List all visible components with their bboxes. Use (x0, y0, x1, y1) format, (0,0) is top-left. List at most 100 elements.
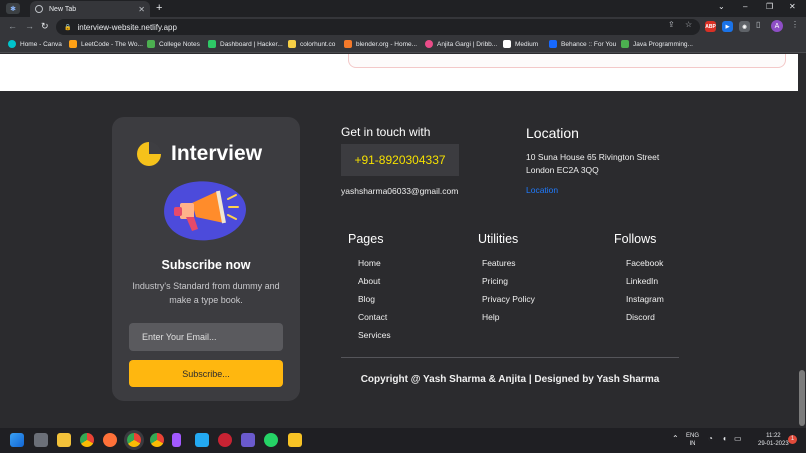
browser-tab-bar: ✱ New Tab ✕ + ⌄ – ❐ ✕ (0, 0, 806, 17)
scrollbar-thumb[interactable] (799, 370, 805, 426)
address-bar[interactable]: 🔒 interview-website.netlify.app (56, 19, 700, 35)
volume-icon[interactable]: ◖ (722, 435, 727, 443)
whatsapp-icon[interactable] (264, 433, 278, 447)
bookmark-item[interactable]: Behance :: For You (549, 40, 616, 48)
reload-icon[interactable]: ↻ (41, 21, 49, 32)
footer-link-features[interactable]: Features (482, 258, 516, 268)
phone-number[interactable]: +91-8920304337 (341, 144, 459, 176)
chrome-icon[interactable] (80, 433, 94, 447)
bookmark-favicon-icon (549, 40, 557, 48)
bookmark-item[interactable]: colorhunt.co (288, 40, 335, 48)
footer-link-linkedin[interactable]: LinkedIn (626, 276, 658, 286)
url-text: interview-website.netlify.app (77, 22, 177, 32)
subscribe-button[interactable]: Subscribe... (129, 360, 283, 387)
side-panel-icon[interactable]: ▯ (756, 20, 760, 29)
address-line-2: London EC2A 3QQ (526, 165, 599, 175)
location-link[interactable]: Location (526, 185, 558, 195)
location-heading: Location (526, 125, 579, 141)
menu-dots-icon[interactable]: ⋮ (791, 20, 799, 29)
language-indicator[interactable]: ENG IN (686, 432, 699, 448)
follows-heading: Follows (614, 232, 657, 246)
chrome-active-icon[interactable] (127, 433, 141, 447)
footer-divider (341, 357, 679, 358)
bookmark-item[interactable]: Dashboard | Hacker... (208, 40, 283, 48)
bookmark-item[interactable]: blender.org - Home... (344, 40, 417, 48)
footer-link-discord[interactable]: Discord (626, 312, 655, 322)
profile-avatar[interactable]: A (771, 20, 783, 32)
pinned-tab[interactable]: ✱ (6, 3, 20, 14)
figma-icon[interactable] (172, 433, 181, 447)
subscribe-description: Industry's Standard from dummy and make … (132, 281, 280, 305)
file-explorer-icon[interactable] (57, 433, 71, 447)
footer-link-blog[interactable]: Blog (358, 294, 375, 304)
bookmark-favicon-icon (503, 40, 511, 48)
new-tab-button[interactable]: + (156, 2, 162, 14)
wifi-icon[interactable]: ◔ (708, 435, 713, 443)
forward-icon[interactable]: → (25, 21, 34, 31)
footer-link-privacy-policy[interactable]: Privacy Policy (482, 294, 535, 304)
email-input[interactable] (129, 323, 283, 351)
pie-chart-logo-icon (137, 142, 161, 166)
firefox-icon[interactable] (103, 433, 117, 447)
back-icon[interactable]: ← (8, 21, 17, 31)
lock-icon: 🔒 (64, 24, 72, 31)
app-icon[interactable] (241, 433, 255, 447)
footer-link-contact[interactable]: Contact (358, 312, 387, 322)
footer-link-about[interactable]: About (358, 276, 380, 286)
notification-badge[interactable]: 1 (788, 435, 797, 444)
footer-link-instagram[interactable]: Instagram (626, 294, 664, 304)
close-window-button[interactable]: ✕ (789, 2, 796, 11)
bookmark-item[interactable]: LeetCode - The Wo... (69, 40, 143, 48)
tab-new-tab[interactable]: New Tab ✕ (30, 1, 150, 17)
chrome-profile-icon[interactable] (150, 433, 164, 447)
footer-link-pricing[interactable]: Pricing (482, 276, 508, 286)
bookmark-favicon-icon (147, 40, 155, 48)
app-icon[interactable] (218, 433, 232, 447)
bookmark-star-icon[interactable]: ☆ (685, 20, 692, 29)
bookmark-favicon-icon (8, 40, 16, 48)
bookmark-item[interactable]: Anjita Gargi | Dribb... (425, 40, 497, 48)
address-line-1: 10 Suna House 65 Rivington Street (526, 152, 660, 162)
battery-icon[interactable]: ▭ (734, 435, 742, 443)
sticky-notes-icon[interactable] (288, 433, 302, 447)
bookmark-favicon-icon (344, 40, 352, 48)
windows-start-icon[interactable] (10, 433, 24, 447)
footer-link-home[interactable]: Home (358, 258, 381, 268)
contact-email[interactable]: yashsharma06033@gmail.com (341, 186, 458, 196)
bookmark-item[interactable]: Home - Canva (8, 40, 62, 48)
card-bottom-edge (348, 54, 786, 68)
bookmark-favicon-icon (288, 40, 296, 48)
clock[interactable]: 11:22 29-01-2023 (758, 432, 789, 448)
bookmark-item[interactable]: Java Programming... (621, 40, 693, 48)
vscode-icon[interactable] (195, 433, 209, 447)
tab-search-icon[interactable]: ⌄ (718, 2, 725, 11)
minimize-button[interactable]: – (743, 2, 747, 11)
globe-icon (35, 5, 43, 13)
bookmark-item[interactable]: College Notes (147, 40, 200, 48)
chevron-up-icon[interactable]: ⌃ (672, 435, 679, 443)
tab-title: New Tab (49, 5, 77, 13)
adblock-extension-icon[interactable]: ABP (705, 21, 716, 32)
footer-link-facebook[interactable]: Facebook (626, 258, 663, 268)
windows-taskbar: ⌃ ENG IN ◔ ◖ ▭ 11:22 29-01-2023 1 (0, 428, 806, 453)
footer-link-help[interactable]: Help (482, 312, 499, 322)
bookmark-item[interactable]: Medium (503, 40, 538, 48)
contact-heading: Get in touch with (341, 125, 431, 139)
tab-close-icon[interactable]: ✕ (138, 5, 145, 14)
utilities-heading: Utilities (478, 232, 519, 246)
task-view-icon[interactable] (34, 433, 48, 447)
brand-logo[interactable]: Interview (137, 142, 262, 166)
page-scrollbar[interactable] (798, 54, 806, 428)
restore-button[interactable]: ❐ (766, 2, 773, 11)
page-viewport: Interview Subscribe now Industry's Stand… (0, 54, 798, 428)
footer-link-services[interactable]: Services (358, 330, 391, 340)
extension-icon[interactable]: ◉ (739, 21, 750, 32)
bookmark-favicon-icon (621, 40, 629, 48)
bookmark-favicon-icon (69, 40, 77, 48)
extension-icon[interactable]: ▶ (722, 21, 733, 32)
bookmark-favicon-icon (208, 40, 216, 48)
megaphone-illustration (164, 181, 246, 241)
subscribe-card: Interview Subscribe now Industry's Stand… (112, 117, 300, 401)
share-icon[interactable]: ⇪ (668, 20, 675, 29)
subscribe-title: Subscribe now (161, 258, 251, 272)
